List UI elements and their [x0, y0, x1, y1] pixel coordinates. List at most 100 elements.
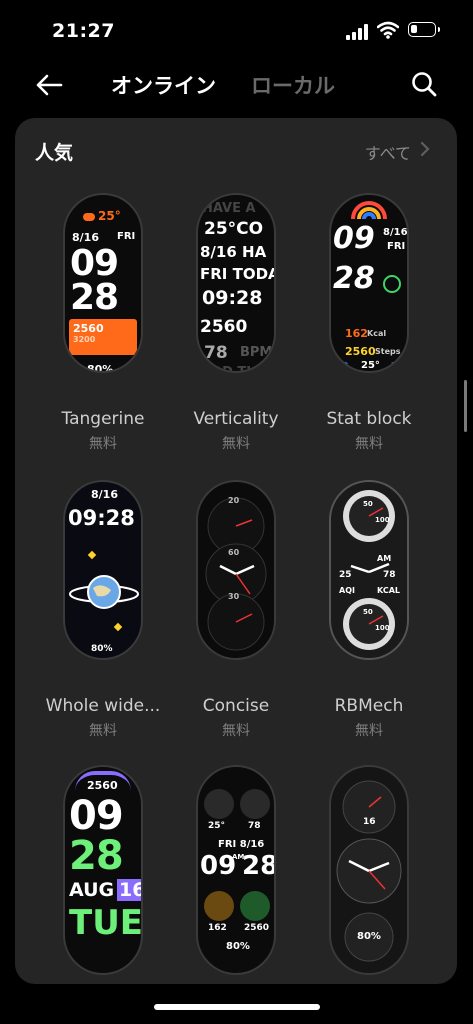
steps-tile [240, 891, 270, 921]
status-bar: 21:27 [0, 0, 473, 62]
activity-rings-icon [351, 201, 387, 219]
analog-dials [336, 780, 402, 962]
watchface-name: Stat block [326, 409, 412, 429]
heart-tile [240, 789, 270, 819]
steps-goal: 3200 [73, 335, 96, 344]
dial-number: 30 [228, 592, 240, 601]
am-pm: AM [377, 554, 392, 563]
watchface-name: Concise [202, 696, 270, 716]
watchface-preview[interactable]: 25° 8/16 FRI 09 28 2560 3200 80% [63, 193, 143, 373]
arrow-left-icon[interactable] [34, 70, 64, 100]
section-title: 人気 [35, 142, 74, 164]
watchface-card[interactable]: 50 100 AM 25 78 AQI KCAL 50 100 RBMech 無… [299, 480, 439, 740]
watchface-card[interactable]: 25° 8/16 FRI 09 28 2560 3200 80% Tangeri… [33, 193, 173, 453]
charge-icon [383, 275, 401, 293]
watchface-price: 無料 [89, 723, 117, 739]
tab-online[interactable]: オンライン [111, 70, 216, 100]
date: FRI 8/16 [218, 839, 265, 850]
home-indicator[interactable] [154, 1004, 320, 1010]
planet-icon [69, 575, 139, 609]
watchface-preview[interactable]: 60 30 20 [196, 480, 276, 660]
minute: 28 [69, 833, 124, 879]
temperature: 25° [208, 821, 226, 831]
calories: 162 [208, 923, 227, 933]
top-nav: オンライン ローカル [0, 62, 473, 108]
steps: 2560 [345, 345, 376, 358]
minute: 28 [242, 851, 276, 881]
dial-number: 20 [228, 496, 240, 505]
temperature: 25 [339, 570, 352, 580]
watchface-preview[interactable]: 25° 78 FRI 8/16 09 AM 28 162 2560 80% [196, 765, 276, 975]
tab-local[interactable]: ローカル [251, 70, 335, 100]
date: 8/16 HA [200, 243, 267, 261]
watchface-preview[interactable]: 16 80% [329, 765, 409, 975]
watchface-card[interactable]: 60 30 20 Concise 無料 [166, 480, 306, 740]
hour: 09 [200, 851, 237, 881]
minute: 28 [333, 261, 375, 296]
dial-number: 50 [363, 500, 373, 508]
star-icon [87, 550, 97, 560]
watchface-card[interactable]: 8/16 09:28 80% Whole wide... 無料 [33, 480, 173, 740]
heart-rate: 78 [204, 343, 228, 363]
watchface-card[interactable]: HAVE A 25°CO 8/16 HA FRI TODA 09:28 2560… [166, 193, 306, 453]
steps: 2560 [244, 923, 270, 933]
see-all-link[interactable]: すべて [365, 140, 411, 164]
battery-level: 80% [357, 931, 381, 942]
text-line: HAVE A [202, 201, 256, 216]
kcal-label: KCAL [377, 586, 400, 595]
dial-number: 100 [375, 624, 390, 632]
wifi-icon [377, 21, 399, 39]
watchface-price: 無料 [222, 723, 250, 739]
steps-panel: 2560 3200 [69, 319, 137, 355]
weekday: FRI [387, 241, 406, 252]
dial-number: 50 [363, 608, 373, 616]
time: 09:28 [202, 287, 263, 309]
watchface-preview[interactable]: 50 100 AM 25 78 AQI KCAL 50 100 [329, 480, 409, 660]
weather-tile [204, 789, 234, 819]
watchface-price: 無料 [222, 436, 250, 452]
watchface-card[interactable]: 25° 78 FRI 8/16 09 AM 28 162 2560 80% [166, 765, 306, 984]
temperature: 25°CO [204, 219, 264, 239]
watchface-card[interactable]: 2560 09 28 AUG 16 TUE [33, 765, 173, 984]
battery-icon [408, 22, 440, 37]
temp-high: 28 [391, 361, 403, 370]
heart-rate: 78 [248, 821, 261, 831]
steps: 2560 [200, 317, 248, 337]
aqi-label: AQI [339, 586, 355, 595]
dial-number: 60 [228, 548, 240, 557]
watchface-price: 無料 [355, 723, 383, 739]
watchface-name: Tangerine [61, 409, 145, 429]
steps-value: 2560 [73, 322, 104, 335]
watchface-preview[interactable]: HAVE A 25°CO 8/16 HA FRI TODA 09:28 2560… [196, 193, 276, 373]
weekday: FRI [117, 231, 136, 242]
watchface-price: 無料 [355, 436, 383, 452]
calories-unit: Kcal [367, 329, 387, 338]
day: 16 [117, 879, 141, 901]
date: 8/16 [383, 227, 408, 238]
dial-number: 16 [363, 817, 376, 827]
search-icon[interactable] [410, 70, 438, 98]
battery-level: 80% [87, 363, 114, 373]
watchface-preview[interactable]: 2560 09 28 AUG 16 TUE [63, 765, 143, 975]
dial-number: 100 [375, 516, 390, 524]
watchface-preview[interactable]: 8/16 09:28 80% [63, 480, 143, 660]
scrollbar[interactable] [464, 380, 467, 432]
popular-section: 人気 すべて 25° 8/16 FRI 09 28 2560 3200 80% … [15, 118, 457, 984]
watchface-preview[interactable]: 09 8/16 FRI 28 162 Kcal 2560 Steps 20 25… [329, 193, 409, 373]
star-icon [113, 622, 123, 632]
watchface-price: 無料 [89, 436, 117, 452]
chevron-right-icon[interactable] [419, 141, 431, 157]
steps: 2560 [87, 779, 118, 792]
weather-icon [83, 213, 95, 221]
battery-level: 80% [226, 941, 250, 952]
heart-rate-unit: BPM [240, 345, 273, 360]
signal-icon [346, 24, 370, 40]
temp-low: 20 [337, 361, 349, 370]
temperature: 25° [98, 209, 121, 223]
text-line: OOD TI [200, 365, 252, 373]
watchface-name: Whole wide... [45, 696, 161, 716]
weekday: TUE [69, 903, 143, 943]
watchface-card[interactable]: 09 8/16 FRI 28 162 Kcal 2560 Steps 20 25… [299, 193, 439, 453]
month: AUG [69, 879, 115, 901]
watchface-card[interactable]: 16 80% [299, 765, 439, 984]
